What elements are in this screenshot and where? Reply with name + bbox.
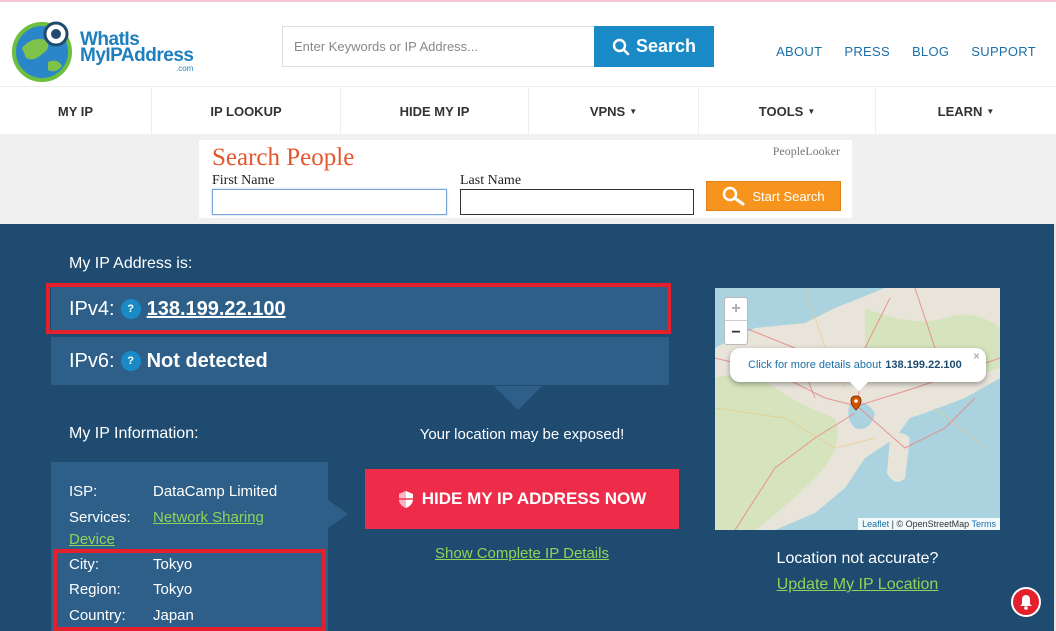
map-tiles [715, 288, 1000, 530]
exposed-warning: Your location may be exposed! [419, 426, 625, 443]
ad-band: Search People PeopleLooker First Name La… [0, 134, 1056, 224]
people-search-ad: Search People PeopleLooker First Name La… [199, 140, 852, 218]
search-button-label: Search [635, 36, 697, 56]
show-details-link[interactable]: Show Complete IP Details [365, 545, 679, 562]
header-links: ABOUT PRESS BLOG SUPPORT [776, 44, 1036, 59]
ipbox-pointer [494, 386, 542, 410]
globe-logo-icon [12, 21, 72, 82]
ad-brand: PeopleLooker [772, 144, 840, 158]
about-link[interactable]: ABOUT [776, 44, 822, 59]
caret-down-icon: ▼ [629, 106, 638, 116]
caret-down-icon: ▼ [807, 106, 816, 116]
last-name-label: Last Name [460, 173, 522, 188]
nav-item-label: IP LOOKUP [210, 103, 282, 119]
help-icon[interactable]: ? [120, 351, 141, 371]
main-nav: MY IP IP LOOKUP HIDE MY IP VPNS ▼ TOOLS … [0, 86, 1056, 135]
map-zoom-control: + − [724, 297, 748, 345]
nav-item-vpns[interactable]: VPNS ▼ [529, 87, 699, 135]
hide-my-ip-button[interactable]: HIDE MY IP ADDRESS NOW [365, 469, 679, 529]
bell-icon [1020, 595, 1032, 610]
last-name-field[interactable] [460, 189, 694, 215]
map-popup-ip: 138.199.22.100 [885, 359, 962, 371]
map-popup-text: Click for more details about [748, 359, 882, 371]
ipv6-label: IPv6: [69, 349, 115, 372]
nav-item-label: LEARN [937, 103, 983, 119]
location-highlight-box [53, 549, 326, 631]
nav-item-label: TOOLS [758, 103, 804, 119]
notification-bell-button[interactable] [1011, 587, 1041, 617]
first-name-label: First Name [212, 173, 275, 188]
nav-item-label: VPNS [589, 103, 626, 119]
zoom-in-button[interactable]: + [725, 298, 747, 321]
nav-item-ip-lookup[interactable]: IP LOOKUP [152, 87, 341, 135]
map-popup[interactable]: Click for more details about 138.199.22.… [730, 348, 986, 382]
nav-item-my-ip[interactable]: MY IP [0, 87, 152, 135]
site-logo[interactable]: WhatIs MyIPAddress .com [12, 18, 202, 82]
search-input[interactable] [282, 26, 594, 67]
logo-line2: MyIPAddress [80, 45, 194, 66]
info-card-pointer [328, 500, 348, 528]
zoom-out-button[interactable]: − [725, 321, 747, 344]
terms-link[interactable]: Terms [972, 519, 997, 529]
site-header: WhatIs MyIPAddress .com Search ABOUT PRE… [0, 2, 1056, 86]
nav-item-hide-my-ip[interactable]: HIDE MY IP [341, 87, 529, 135]
blog-link[interactable]: BLOG [912, 44, 949, 59]
services-label: Services: [69, 509, 131, 526]
services-link[interactable]: Network Sharing [153, 509, 264, 526]
hide-my-ip-label: HIDE MY IP ADDRESS NOW [421, 489, 647, 508]
support-link[interactable]: SUPPORT [971, 44, 1036, 59]
services-link-line2[interactable]: Device [69, 531, 115, 548]
ipv6-row: IPv6: ? Not detected [51, 337, 669, 385]
attribution-text: | © OpenStreetMap [889, 519, 972, 529]
ip-info-section: My IP Address is: IPv4: ? 138.199.22.100… [0, 224, 1056, 631]
ipv4-highlight-box [46, 283, 671, 334]
ipv6-address: Not detected [146, 349, 268, 372]
isp-label: ISP: [69, 483, 98, 500]
map-popup-tip [850, 382, 868, 391]
map-attribution: Leaflet | © OpenStreetMap Terms [858, 518, 1000, 530]
logo-wordmark: WhatIs MyIPAddress [80, 30, 194, 66]
location-map[interactable]: + − Click for more details about 138.199… [715, 288, 1000, 530]
magnifier-icon [723, 186, 745, 206]
info-heading: My IP Information: [69, 425, 199, 442]
leaflet-link[interactable]: Leaflet [862, 519, 889, 529]
search-button[interactable]: Search [594, 26, 714, 67]
start-search-label: Start Search [752, 188, 825, 204]
first-name-field[interactable] [212, 189, 447, 215]
update-location-link[interactable]: Update My IP Location [715, 576, 1000, 594]
location-question: Location not accurate? [776, 550, 939, 567]
ip-heading: My IP Address is: [69, 255, 193, 272]
press-link[interactable]: PRESS [844, 44, 890, 59]
isp-value: DataCamp Limited [153, 483, 278, 500]
start-search-button[interactable]: Start Search [706, 181, 841, 211]
nav-item-label: MY IP [57, 103, 94, 119]
logo-suffix: .com [176, 64, 194, 73]
search-icon [612, 38, 630, 55]
nav-item-learn[interactable]: LEARN ▼ [876, 87, 1056, 135]
nav-item-label: HIDE MY IP [399, 103, 470, 119]
caret-down-icon: ▼ [986, 106, 995, 116]
nav-item-tools[interactable]: TOOLS ▼ [699, 87, 876, 135]
ad-title: Search People [212, 144, 355, 171]
shield-icon [398, 490, 413, 508]
close-icon[interactable]: × [973, 349, 980, 363]
site-search: Search [282, 26, 714, 67]
